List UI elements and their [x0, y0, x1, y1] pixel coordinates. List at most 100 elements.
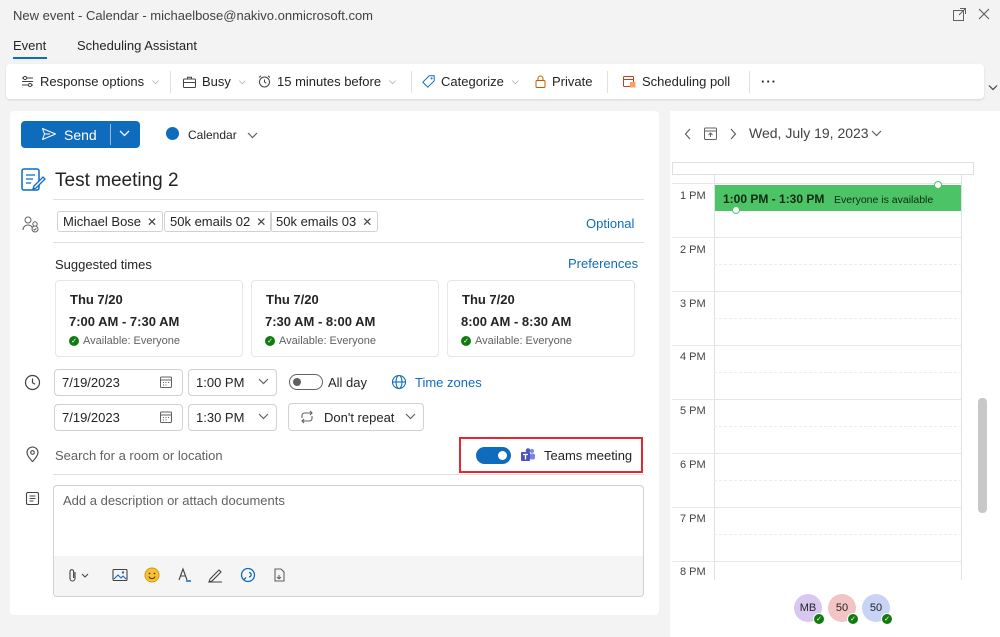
availability-text: Available: Everyone: [83, 335, 181, 347]
suggestion-availability: ✓ Available: Everyone: [69, 335, 180, 347]
reminder-label: 15 minutes before: [277, 74, 382, 89]
chevron-down-icon: ⌵: [389, 76, 396, 86]
ribbon-divider: [170, 71, 171, 93]
all-day-toggle[interactable]: [289, 374, 323, 390]
suggested-time-card[interactable]: Thu 7/20 7:30 AM - 8:00 AM ✓ Available: E…: [251, 280, 439, 357]
chevron-down-icon[interactable]: [247, 132, 258, 139]
suggestion-day: Thu 7/20: [266, 292, 319, 307]
scheduling-poll-icon: [622, 74, 637, 89]
response-options-icon: [20, 74, 35, 89]
repeat-dropdown[interactable]: Don't repeat: [288, 403, 424, 431]
reminder-button[interactable]: 15 minutes before ⌵: [257, 64, 396, 99]
chevron-down-icon: ⌵: [511, 76, 519, 86]
avatar[interactable]: 50 ✓: [862, 594, 893, 625]
all-day-row: [672, 162, 974, 175]
calendar-color-dot: [166, 127, 179, 140]
suggestion-time: 7:30 AM - 8:00 AM: [265, 314, 376, 329]
signature-pen-icon[interactable]: [207, 567, 224, 583]
grid-divider: [961, 175, 962, 580]
categorize-button[interactable]: Categorize ⌵: [421, 64, 519, 99]
apps-icon[interactable]: [272, 567, 288, 583]
grid-divider: [714, 175, 715, 580]
avatar-initials: 50: [835, 602, 849, 614]
suggestion-day: Thu 7/20: [70, 292, 123, 307]
chevron-left-icon[interactable]: [684, 128, 692, 140]
formatting-toolbar: [54, 556, 643, 596]
hour-line: [672, 345, 962, 346]
emoji-icon[interactable]: [144, 567, 160, 583]
attendee-name: 50k emails 03: [276, 214, 357, 229]
tab-event[interactable]: Event: [13, 38, 46, 53]
chevron-down-icon[interactable]: [258, 378, 269, 385]
remove-attendee-icon[interactable]: ✕: [256, 215, 266, 229]
busy-button[interactable]: Busy ⌵: [182, 64, 246, 99]
tab-scheduling-assistant[interactable]: Scheduling Assistant: [77, 38, 197, 53]
send-divider: [110, 124, 111, 145]
ribbon-divider: [411, 71, 412, 93]
calendar-selector[interactable]: Calendar: [188, 128, 237, 142]
resize-handle[interactable]: [732, 206, 740, 214]
hour-label: 5 PM: [680, 405, 706, 417]
private-label: Private: [552, 74, 593, 89]
loop-component-icon[interactable]: [240, 567, 256, 583]
subject-field[interactable]: Test meeting 2: [55, 170, 179, 192]
response-options-button[interactable]: Response options ⌵: [20, 64, 159, 99]
suggested-time-card[interactable]: Thu 7/20 8:00 AM - 8:30 AM ✓ Available: E…: [447, 280, 635, 357]
chevron-down-icon[interactable]: [405, 413, 416, 420]
end-time-value: 1:30 PM: [196, 410, 245, 425]
globe-icon: [391, 374, 407, 390]
calendar-scrollbar[interactable]: [978, 398, 987, 513]
resize-handle[interactable]: [934, 181, 942, 189]
suggestion-time: 8:00 AM - 8:30 AM: [461, 314, 572, 329]
alarm-clock-icon: [257, 74, 272, 89]
suggested-time-card[interactable]: Thu 7/20 7:00 AM - 7:30 AM ✓ Available: E…: [55, 280, 243, 357]
available-check-icon: ✓: [461, 336, 471, 346]
more-options-button[interactable]: ···: [761, 64, 777, 99]
ribbon-divider: [607, 71, 608, 93]
avatar-initials: 50: [869, 602, 883, 614]
chevron-down-icon[interactable]: [258, 413, 269, 420]
go-to-today-icon[interactable]: [703, 126, 718, 141]
calendar-icon[interactable]: [159, 410, 173, 424]
hour-label: 2 PM: [680, 244, 706, 256]
lock-icon: [534, 74, 547, 89]
remove-attendee-icon[interactable]: ✕: [147, 215, 157, 229]
time-zones-link[interactable]: Time zones: [415, 375, 482, 390]
private-button[interactable]: Private: [534, 64, 592, 99]
chevron-right-icon[interactable]: [729, 128, 737, 140]
event-time: 1:00 PM - 1:30 PM: [723, 192, 825, 206]
hour-label: 7 PM: [680, 513, 706, 525]
available-check-icon: ✓: [847, 613, 859, 625]
attendee-chip[interactable]: 50k emails 02 ✕: [164, 211, 273, 232]
attendees-divider: [53, 242, 644, 243]
attach-icon[interactable]: [67, 568, 91, 582]
window-title: New event - Calendar - michaelbose@nakiv…: [13, 8, 374, 23]
available-check-icon: ✓: [265, 336, 275, 346]
attendee-chip[interactable]: Michael Bose ✕: [57, 211, 164, 232]
popout-icon[interactable]: [952, 7, 967, 22]
ribbon-divider: [749, 71, 750, 93]
location-divider: [53, 474, 644, 475]
format-painter-icon[interactable]: [176, 567, 192, 583]
calendar-date-title[interactable]: Wed, July 19, 2023: [749, 125, 869, 141]
chevron-down-icon[interactable]: [119, 130, 130, 137]
close-icon[interactable]: [977, 7, 991, 21]
remove-attendee-icon[interactable]: ✕: [362, 215, 372, 229]
chevron-down-icon[interactable]: [871, 130, 882, 137]
teams-meeting-toggle[interactable]: [476, 447, 511, 464]
location-input[interactable]: Search for a room or location: [55, 448, 223, 463]
subject-divider: [53, 199, 644, 200]
preferences-link[interactable]: Preferences: [568, 256, 638, 271]
optional-attendees-link[interactable]: Optional: [586, 216, 634, 231]
calendar-icon[interactable]: [159, 375, 173, 389]
insert-image-icon[interactable]: [112, 568, 128, 582]
scheduling-poll-button[interactable]: Scheduling poll: [622, 64, 730, 99]
attendee-chip[interactable]: 50k emails 03 ✕: [270, 211, 379, 232]
chevron-down-icon[interactable]: [988, 84, 998, 91]
half-hour-line: [714, 372, 962, 373]
ribbon: Response options ⌵ Busy ⌵ 15 minutes bef…: [6, 64, 984, 99]
scheduling-poll-label: Scheduling poll: [642, 74, 731, 89]
avatar[interactable]: 50 ✓: [828, 594, 859, 625]
avatar[interactable]: MB ✓: [794, 594, 825, 625]
hour-label: 1 PM: [680, 190, 706, 202]
